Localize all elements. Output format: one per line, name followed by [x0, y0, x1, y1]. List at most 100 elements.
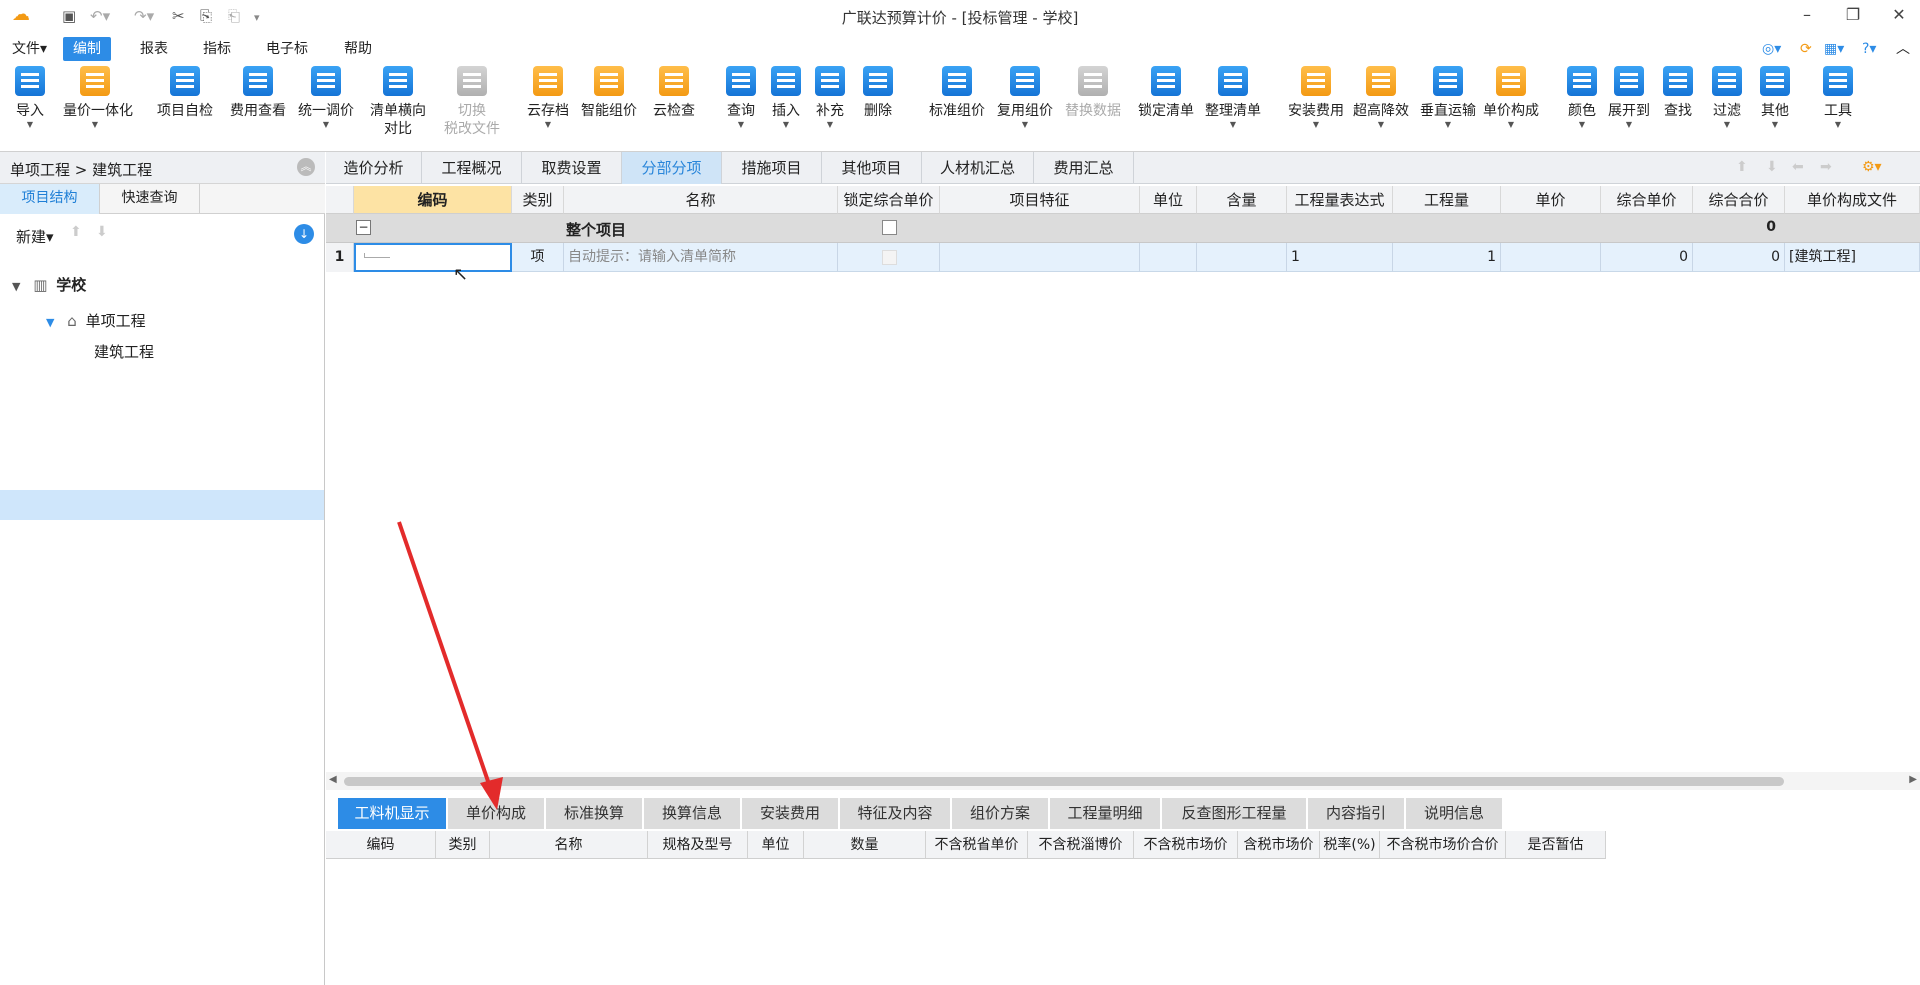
tab-quick-query[interactable]: 快速查询: [100, 184, 200, 214]
table-row[interactable]: 1 项 自动提示：请输入清单简称 1 1 0 0 [建筑工程]: [326, 243, 1920, 272]
tab-labor-material[interactable]: 人材机汇总: [922, 152, 1034, 184]
standard-price-button[interactable]: 标准组价: [925, 66, 989, 120]
down-arrow-icon[interactable]: ⬇: [1766, 159, 1778, 175]
vertical-transport-button[interactable]: 垂直运输 ▼: [1416, 66, 1480, 130]
quantity-cell[interactable]: 1: [1393, 243, 1501, 272]
organize-list-button[interactable]: 整理清单 ▼: [1201, 66, 1265, 130]
left-arrow-icon[interactable]: ⬅: [1792, 159, 1804, 175]
dropdown-arrow-icon[interactable]: ▼: [1201, 120, 1265, 130]
dropdown-arrow-icon[interactable]: ▼: [1806, 120, 1870, 130]
total-cell[interactable]: 0: [1693, 243, 1785, 272]
bheader-spec[interactable]: 规格及型号: [648, 831, 748, 859]
dropdown-arrow-icon[interactable]: ▼: [1743, 120, 1807, 130]
expand-icon[interactable]: ▼: [12, 280, 20, 293]
scroll-right-icon[interactable]: ▶: [1909, 774, 1917, 785]
bheader-unit[interactable]: 单位: [748, 831, 804, 859]
tab-cost-analysis[interactable]: 造价分析: [326, 152, 422, 184]
quantity-price-button[interactable]: 量价一体化 ▼: [63, 66, 133, 130]
smart-price-button[interactable]: 智能组价: [577, 66, 641, 120]
unit-cell[interactable]: [1140, 243, 1197, 272]
bheader-type[interactable]: 类别: [436, 831, 490, 859]
header-price[interactable]: 单价: [1501, 186, 1601, 214]
compare-button[interactable]: 清单横向 对比: [366, 66, 430, 138]
dropdown-arrow-icon[interactable]: ▼: [1349, 120, 1413, 130]
bheader-province-price[interactable]: 不含税省单价: [926, 831, 1028, 859]
move-up-icon[interactable]: ⬆: [70, 224, 82, 240]
header-quantity[interactable]: 工程量: [1393, 186, 1501, 214]
header-name[interactable]: 名称: [564, 186, 838, 214]
lock-cell[interactable]: [838, 243, 940, 272]
bheader-tax-market-price[interactable]: 含税市场价: [1238, 831, 1320, 859]
right-arrow-icon[interactable]: ➡: [1820, 159, 1832, 175]
tab-standard-conversion[interactable]: 标准换算: [546, 798, 644, 829]
expr-cell[interactable]: 1: [1287, 243, 1393, 272]
menu-report[interactable]: 报表: [130, 37, 178, 61]
move-down-icon[interactable]: ⬇: [96, 224, 108, 240]
tab-price-scheme[interactable]: 组价方案: [952, 798, 1050, 829]
tab-features[interactable]: 特征及内容: [840, 798, 952, 829]
bheader-tax-rate[interactable]: 税率(%): [1320, 831, 1380, 859]
expand-icon[interactable]: ▼: [46, 316, 54, 329]
menu-help[interactable]: 帮助: [334, 37, 382, 61]
tab-description[interactable]: 说明信息: [1406, 798, 1504, 829]
switch-tax-button[interactable]: 切换 税改文件: [440, 66, 504, 138]
horizontal-scrollbar[interactable]: ◀ ▶: [326, 772, 1920, 790]
bheader-provisional[interactable]: 是否暂估: [1506, 831, 1606, 859]
cloud-check-button[interactable]: 云检查: [642, 66, 706, 120]
dropdown-arrow-icon[interactable]: ▼: [1416, 120, 1480, 130]
apps-icon[interactable]: ▦▾: [1814, 37, 1854, 61]
tab-project-structure[interactable]: 项目结构: [0, 184, 100, 214]
cloud-save-button[interactable]: 云存档 ▼: [516, 66, 580, 130]
header-total[interactable]: 综合合价: [1693, 186, 1785, 214]
header-feature[interactable]: 项目特征: [940, 186, 1140, 214]
code-input[interactable]: [354, 243, 512, 272]
install-fee-button[interactable]: 安装费用 ▼: [1284, 66, 1348, 130]
lock-list-button[interactable]: 锁定清单: [1134, 66, 1198, 120]
import-button[interactable]: 导入 ▼: [0, 66, 62, 130]
dropdown-arrow-icon[interactable]: ▼: [0, 120, 62, 130]
reuse-price-button[interactable]: 复用组价 ▼: [993, 66, 1057, 130]
tab-project-overview[interactable]: 工程概况: [422, 152, 522, 184]
tree-node-building[interactable]: 建筑工程: [94, 341, 154, 362]
tab-measure-items[interactable]: 措施项目: [722, 152, 822, 184]
header-price-file[interactable]: 单价构成文件: [1785, 186, 1920, 214]
tab-conversion-info[interactable]: 换算信息: [644, 798, 742, 829]
tab-reverse-quantity[interactable]: 反查图形工程量: [1162, 798, 1308, 829]
self-check-button[interactable]: 项目自检: [153, 66, 217, 120]
download-icon[interactable]: ↓: [294, 224, 314, 244]
tab-fee-summary[interactable]: 费用汇总: [1034, 152, 1134, 184]
dropdown-arrow-icon[interactable]: ▼: [63, 120, 127, 130]
content-cell[interactable]: [1197, 243, 1287, 272]
dropdown-arrow-icon[interactable]: ▼: [1479, 120, 1543, 130]
header-unit[interactable]: 单位: [1140, 186, 1197, 214]
collapse-ribbon-icon[interactable]: ︿: [1886, 37, 1920, 61]
dropdown-arrow-icon[interactable]: ▼: [294, 120, 358, 130]
tab-content-guide[interactable]: 内容指引: [1308, 798, 1406, 829]
bheader-market-total[interactable]: 不含税市场价合价: [1380, 831, 1506, 859]
bheader-amount[interactable]: 数量: [804, 831, 926, 859]
restore-button[interactable]: ❐: [1836, 5, 1870, 24]
price-file-cell[interactable]: [建筑工程]: [1785, 243, 1920, 272]
tree-node-school[interactable]: ▼ ▥ 学校: [12, 274, 86, 295]
table-row-group[interactable]: − 整个项目 0: [326, 214, 1920, 243]
name-input[interactable]: 自动提示：请输入清单简称: [564, 243, 838, 272]
help-icon[interactable]: ?▾: [1852, 37, 1886, 61]
feature-cell[interactable]: [940, 243, 1140, 272]
bheader-market-price[interactable]: 不含税市场价: [1134, 831, 1238, 859]
menu-edit[interactable]: 编制: [63, 37, 111, 61]
tab-fee-settings[interactable]: 取费设置: [522, 152, 622, 184]
dropdown-arrow-icon[interactable]: ▼: [798, 120, 862, 130]
type-cell[interactable]: 项: [512, 243, 564, 272]
other-button[interactable]: 其他 ▼: [1743, 66, 1807, 130]
dropdown-arrow-icon[interactable]: ▼: [993, 120, 1057, 130]
support-icon[interactable]: ◎▾: [1752, 37, 1791, 61]
close-button[interactable]: ✕: [1882, 5, 1916, 24]
menu-index[interactable]: 指标: [193, 37, 241, 61]
tab-install-fee[interactable]: 安装费用: [742, 798, 840, 829]
dropdown-arrow-icon[interactable]: ▼: [1284, 120, 1348, 130]
minimize-button[interactable]: –: [1790, 5, 1824, 24]
up-arrow-icon[interactable]: ⬆: [1736, 159, 1748, 175]
new-button[interactable]: 新建▾: [16, 226, 54, 247]
header-code[interactable]: 编码: [354, 186, 512, 214]
tab-quantity-detail[interactable]: 工程量明细: [1050, 798, 1162, 829]
